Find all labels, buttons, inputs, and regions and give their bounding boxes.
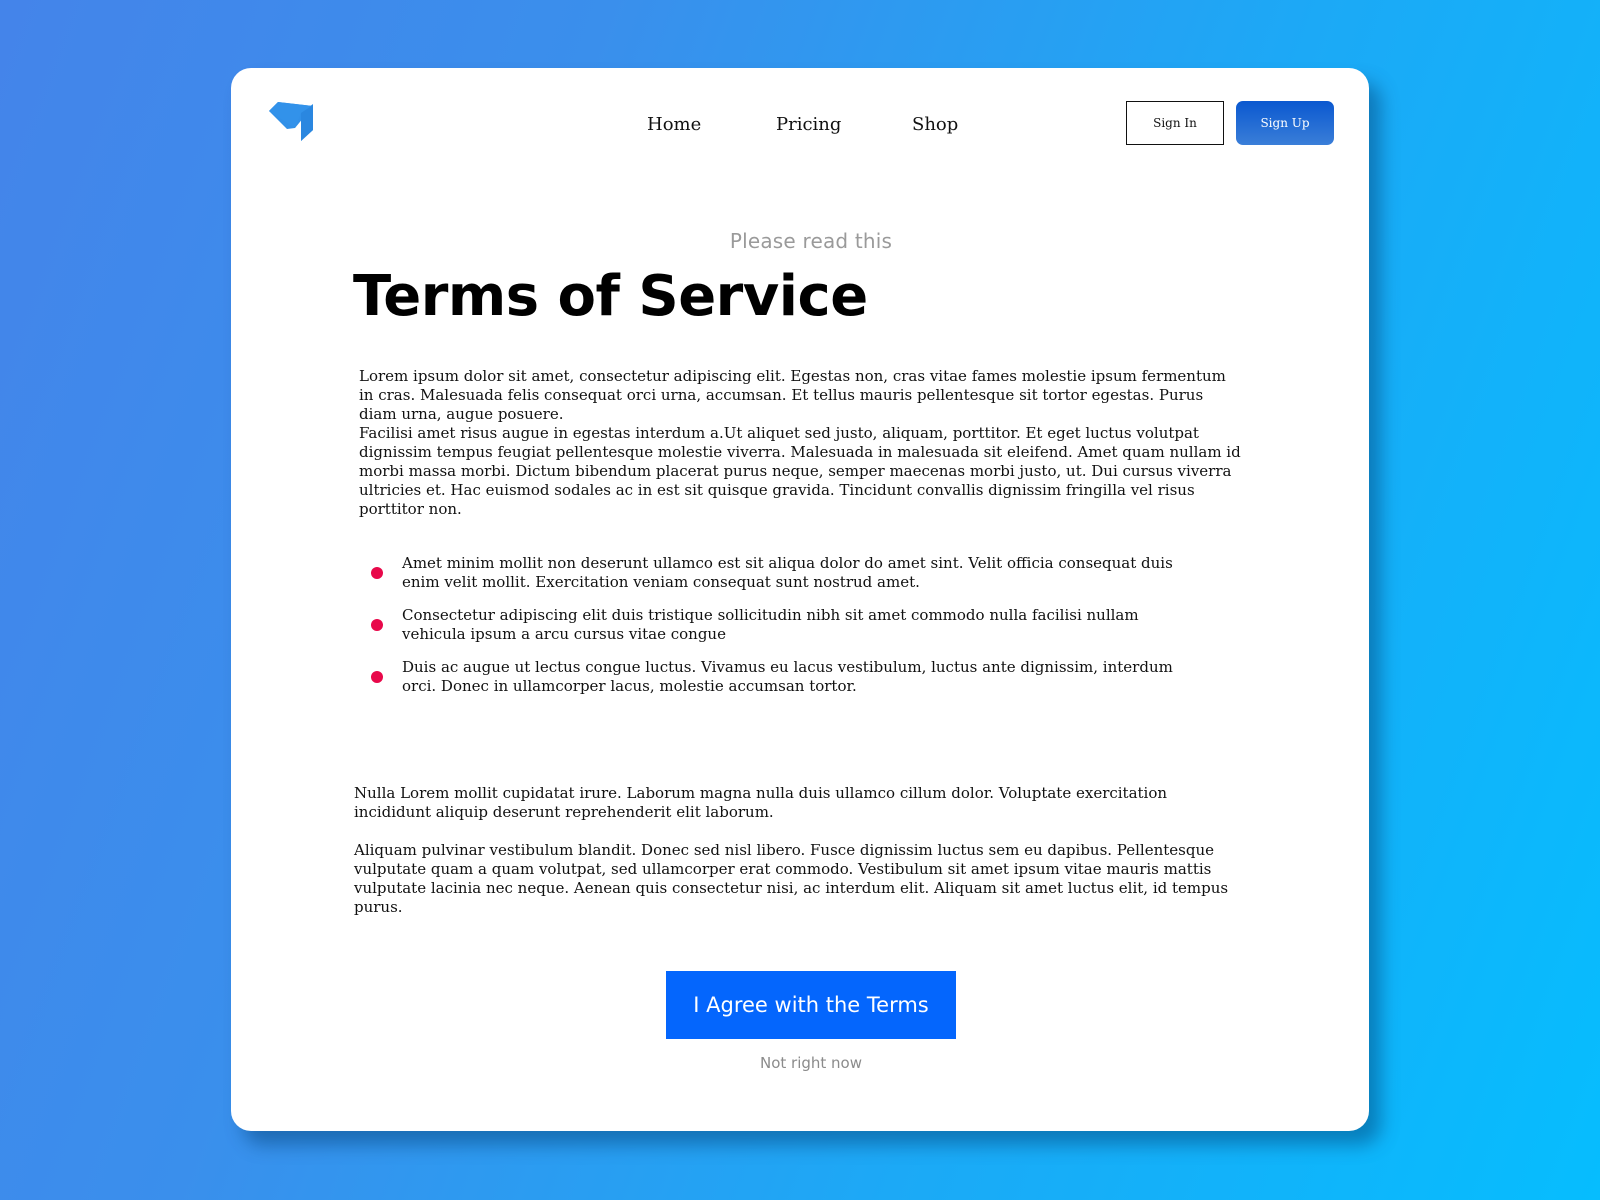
bullet-dot-icon xyxy=(371,619,383,631)
bullet-dot-icon xyxy=(371,567,383,579)
page-title: Terms of Service xyxy=(353,264,868,329)
intro-section: Lorem ipsum dolor sit amet, consectetur … xyxy=(359,367,1244,519)
nav-home-link[interactable]: Home xyxy=(647,114,701,135)
sign-up-button[interactable]: Sign Up xyxy=(1236,101,1334,145)
list-item: Duis ac augue ut lectus congue luctus. V… xyxy=(371,658,1191,696)
list-item-text: Duis ac augue ut lectus congue luctus. V… xyxy=(402,658,1173,695)
intro-paragraph: Facilisi amet risus augue in egestas int… xyxy=(359,424,1241,518)
terms-card: Home Pricing Shop Sign In Sign Up Please… xyxy=(231,68,1369,1131)
list-item: Consectetur adipiscing elit duis tristiq… xyxy=(371,606,1191,644)
decline-link[interactable]: Not right now xyxy=(666,1054,956,1072)
sign-in-button[interactable]: Sign In xyxy=(1126,101,1224,145)
list-item-text: Consectetur adipiscing elit duis tristiq… xyxy=(402,606,1139,643)
nav-shop-link[interactable]: Shop xyxy=(912,114,958,135)
list-item-text: Amet minim mollit non deserunt ullamco e… xyxy=(402,554,1173,591)
nav-pricing-link[interactable]: Pricing xyxy=(776,114,841,135)
list-item: Amet minim mollit non deserunt ullamco e… xyxy=(371,554,1191,592)
closing-paragraph: Nulla Lorem mollit cupidatat irure. Labo… xyxy=(354,784,1168,821)
terms-bullet-list: Amet minim mollit non deserunt ullamco e… xyxy=(371,554,1191,710)
page-eyebrow: Please read this xyxy=(729,229,893,253)
closing-paragraph: Aliquam pulvinar vestibulum blandit. Don… xyxy=(354,841,1229,916)
agree-terms-button[interactable]: I Agree with the Terms xyxy=(666,971,956,1039)
intro-paragraph: Lorem ipsum dolor sit amet, consectetur … xyxy=(359,367,1226,423)
bullet-dot-icon xyxy=(371,671,383,683)
